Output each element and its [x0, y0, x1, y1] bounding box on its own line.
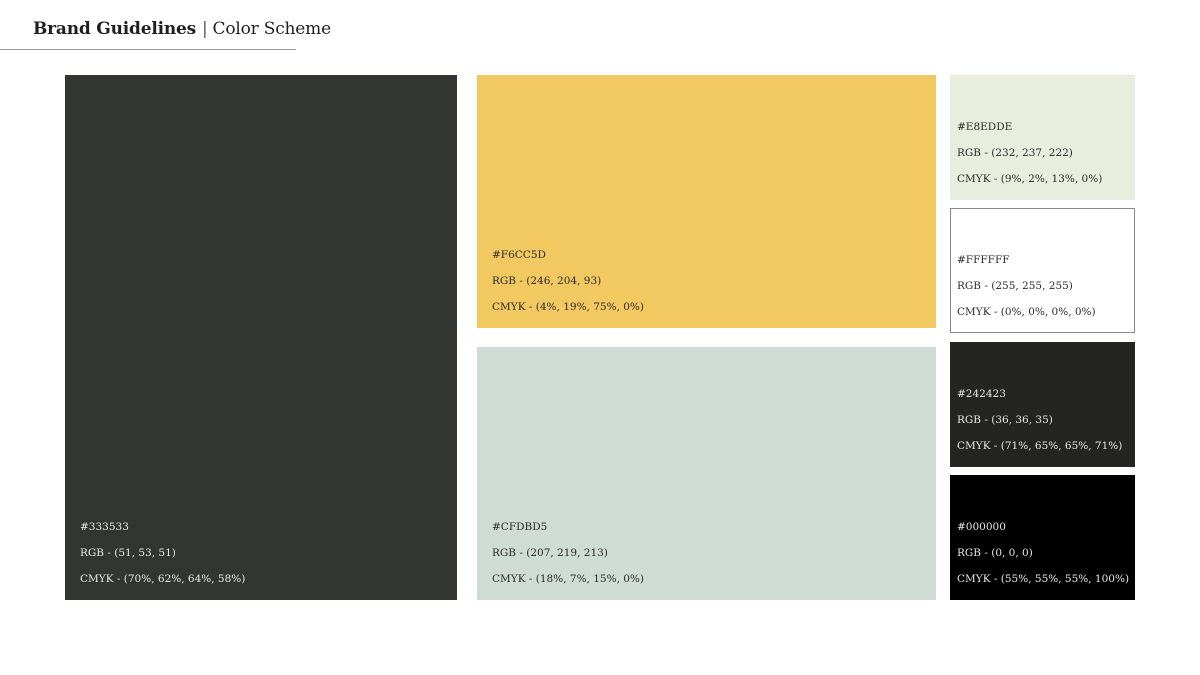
section-title: Color Scheme: [212, 19, 332, 39]
hex-value: #CFDBD5: [492, 521, 548, 533]
hex-value: #242423: [957, 388, 1006, 400]
cmyk-value: CMYK - (71%, 65%, 65%, 71%): [957, 440, 1123, 452]
swatch-mint: #E8EDDE RGB - (232, 237, 222) CMYK - (9%…: [950, 75, 1135, 200]
rgb-value: RGB - (255, 255, 255): [957, 280, 1073, 292]
header-title: Brand Guidelines | Color Scheme: [33, 19, 331, 39]
rgb-value: RGB - (0, 0, 0): [957, 547, 1033, 559]
swatch-info: #000000 RGB - (0, 0, 0) CMYK - (55%, 55%…: [957, 514, 1129, 592]
swatch-jet: #242423 RGB - (36, 36, 35) CMYK - (71%, …: [950, 342, 1135, 467]
swatch-info: #333533 RGB - (51, 53, 51) CMYK - (70%, …: [80, 514, 245, 592]
title-separator: |: [202, 19, 208, 39]
hex-value: #FFFFFF: [957, 254, 1010, 266]
brand-title: Brand Guidelines: [33, 19, 197, 39]
swatch-info: #FFFFFF RGB - (255, 255, 255) CMYK - (0%…: [957, 247, 1096, 325]
swatch-info: #CFDBD5 RGB - (207, 219, 213) CMYK - (18…: [492, 514, 644, 592]
page-header: Brand Guidelines | Color Scheme: [0, 0, 331, 50]
rgb-value: RGB - (36, 36, 35): [957, 414, 1053, 426]
hex-value: #E8EDDE: [957, 121, 1013, 133]
rgb-value: RGB - (246, 204, 93): [492, 275, 602, 287]
swatch-sage: #CFDBD5 RGB - (207, 219, 213) CMYK - (18…: [477, 347, 936, 600]
swatch-yellow: #F6CC5D RGB - (246, 204, 93) CMYK - (4%,…: [477, 75, 936, 328]
cmyk-value: CMYK - (9%, 2%, 13%, 0%): [957, 173, 1103, 185]
cmyk-value: CMYK - (4%, 19%, 75%, 0%): [492, 301, 644, 313]
cmyk-value: CMYK - (18%, 7%, 15%, 0%): [492, 573, 644, 585]
swatch-charcoal: #333533 RGB - (51, 53, 51) CMYK - (70%, …: [65, 75, 457, 600]
swatch-info: #E8EDDE RGB - (232, 237, 222) CMYK - (9%…: [957, 114, 1102, 192]
hex-value: #000000: [957, 521, 1006, 533]
rgb-value: RGB - (51, 53, 51): [80, 547, 176, 559]
hex-value: #333533: [80, 521, 129, 533]
swatch-black: #000000 RGB - (0, 0, 0) CMYK - (55%, 55%…: [950, 475, 1135, 600]
cmyk-value: CMYK - (55%, 55%, 55%, 100%): [957, 573, 1130, 585]
rgb-value: RGB - (207, 219, 213): [492, 547, 608, 559]
hex-value: #F6CC5D: [492, 249, 546, 261]
swatch-info: #F6CC5D RGB - (246, 204, 93) CMYK - (4%,…: [492, 242, 644, 320]
rgb-value: RGB - (232, 237, 222): [957, 147, 1073, 159]
cmyk-value: CMYK - (0%, 0%, 0%, 0%): [957, 306, 1096, 318]
swatch-white: #FFFFFF RGB - (255, 255, 255) CMYK - (0%…: [950, 208, 1135, 333]
swatch-info: #242423 RGB - (36, 36, 35) CMYK - (71%, …: [957, 381, 1122, 459]
cmyk-value: CMYK - (70%, 62%, 64%, 58%): [80, 573, 246, 585]
